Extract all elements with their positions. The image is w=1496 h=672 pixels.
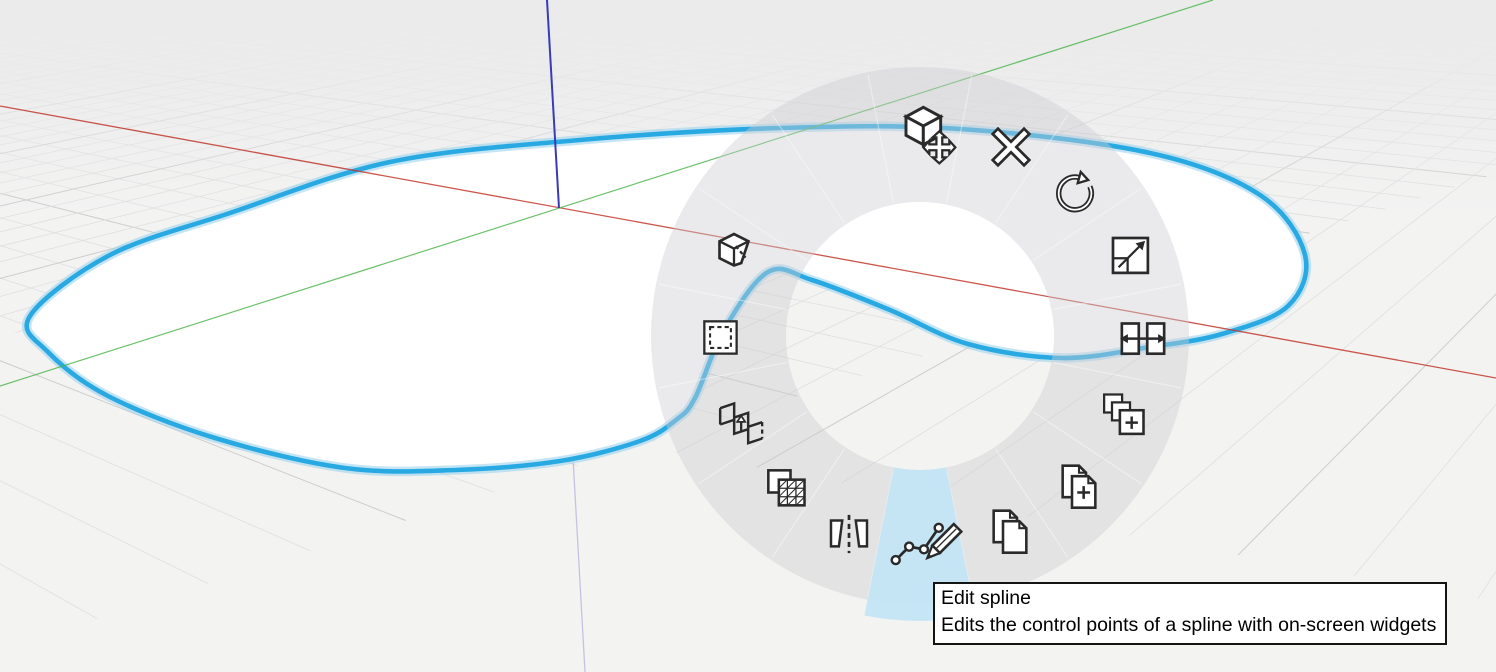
move-cube-arrows-icon[interactable] <box>894 102 958 166</box>
copy-pages-plus-icon[interactable] <box>1051 461 1107 517</box>
rotate-circular-arrow-icon[interactable] <box>1047 163 1103 219</box>
split-cube-dashed-icon[interactable] <box>705 228 763 286</box>
viewport-canvas[interactable] <box>0 0 1496 672</box>
scale-diagonal-arrow-icon[interactable] <box>1104 229 1158 283</box>
tooltip: Edit spline Edits the control points of … <box>933 582 1447 645</box>
offset-dashed-square-icon[interactable] <box>696 313 746 363</box>
copy-pages-icon[interactable] <box>982 506 1038 562</box>
mirror-dashed-axis-icon[interactable] <box>822 507 876 561</box>
tooltip-description: Edits the control points of a spline wit… <box>941 612 1436 639</box>
tooltip-title: Edit spline <box>941 585 1436 612</box>
unfold-strip-arrow-icon[interactable] <box>712 393 768 449</box>
edit-spline-pencil-icon[interactable] <box>889 509 975 574</box>
cad-viewport[interactable]: Edit spline Edits the control points of … <box>0 0 1496 672</box>
delete-x-icon[interactable] <box>983 119 1039 175</box>
flip-horizontal-arrow-icon[interactable] <box>1114 309 1172 367</box>
stacked-squares-plus-icon[interactable] <box>1094 390 1148 444</box>
pattern-mesh-squares-icon[interactable] <box>759 461 815 517</box>
